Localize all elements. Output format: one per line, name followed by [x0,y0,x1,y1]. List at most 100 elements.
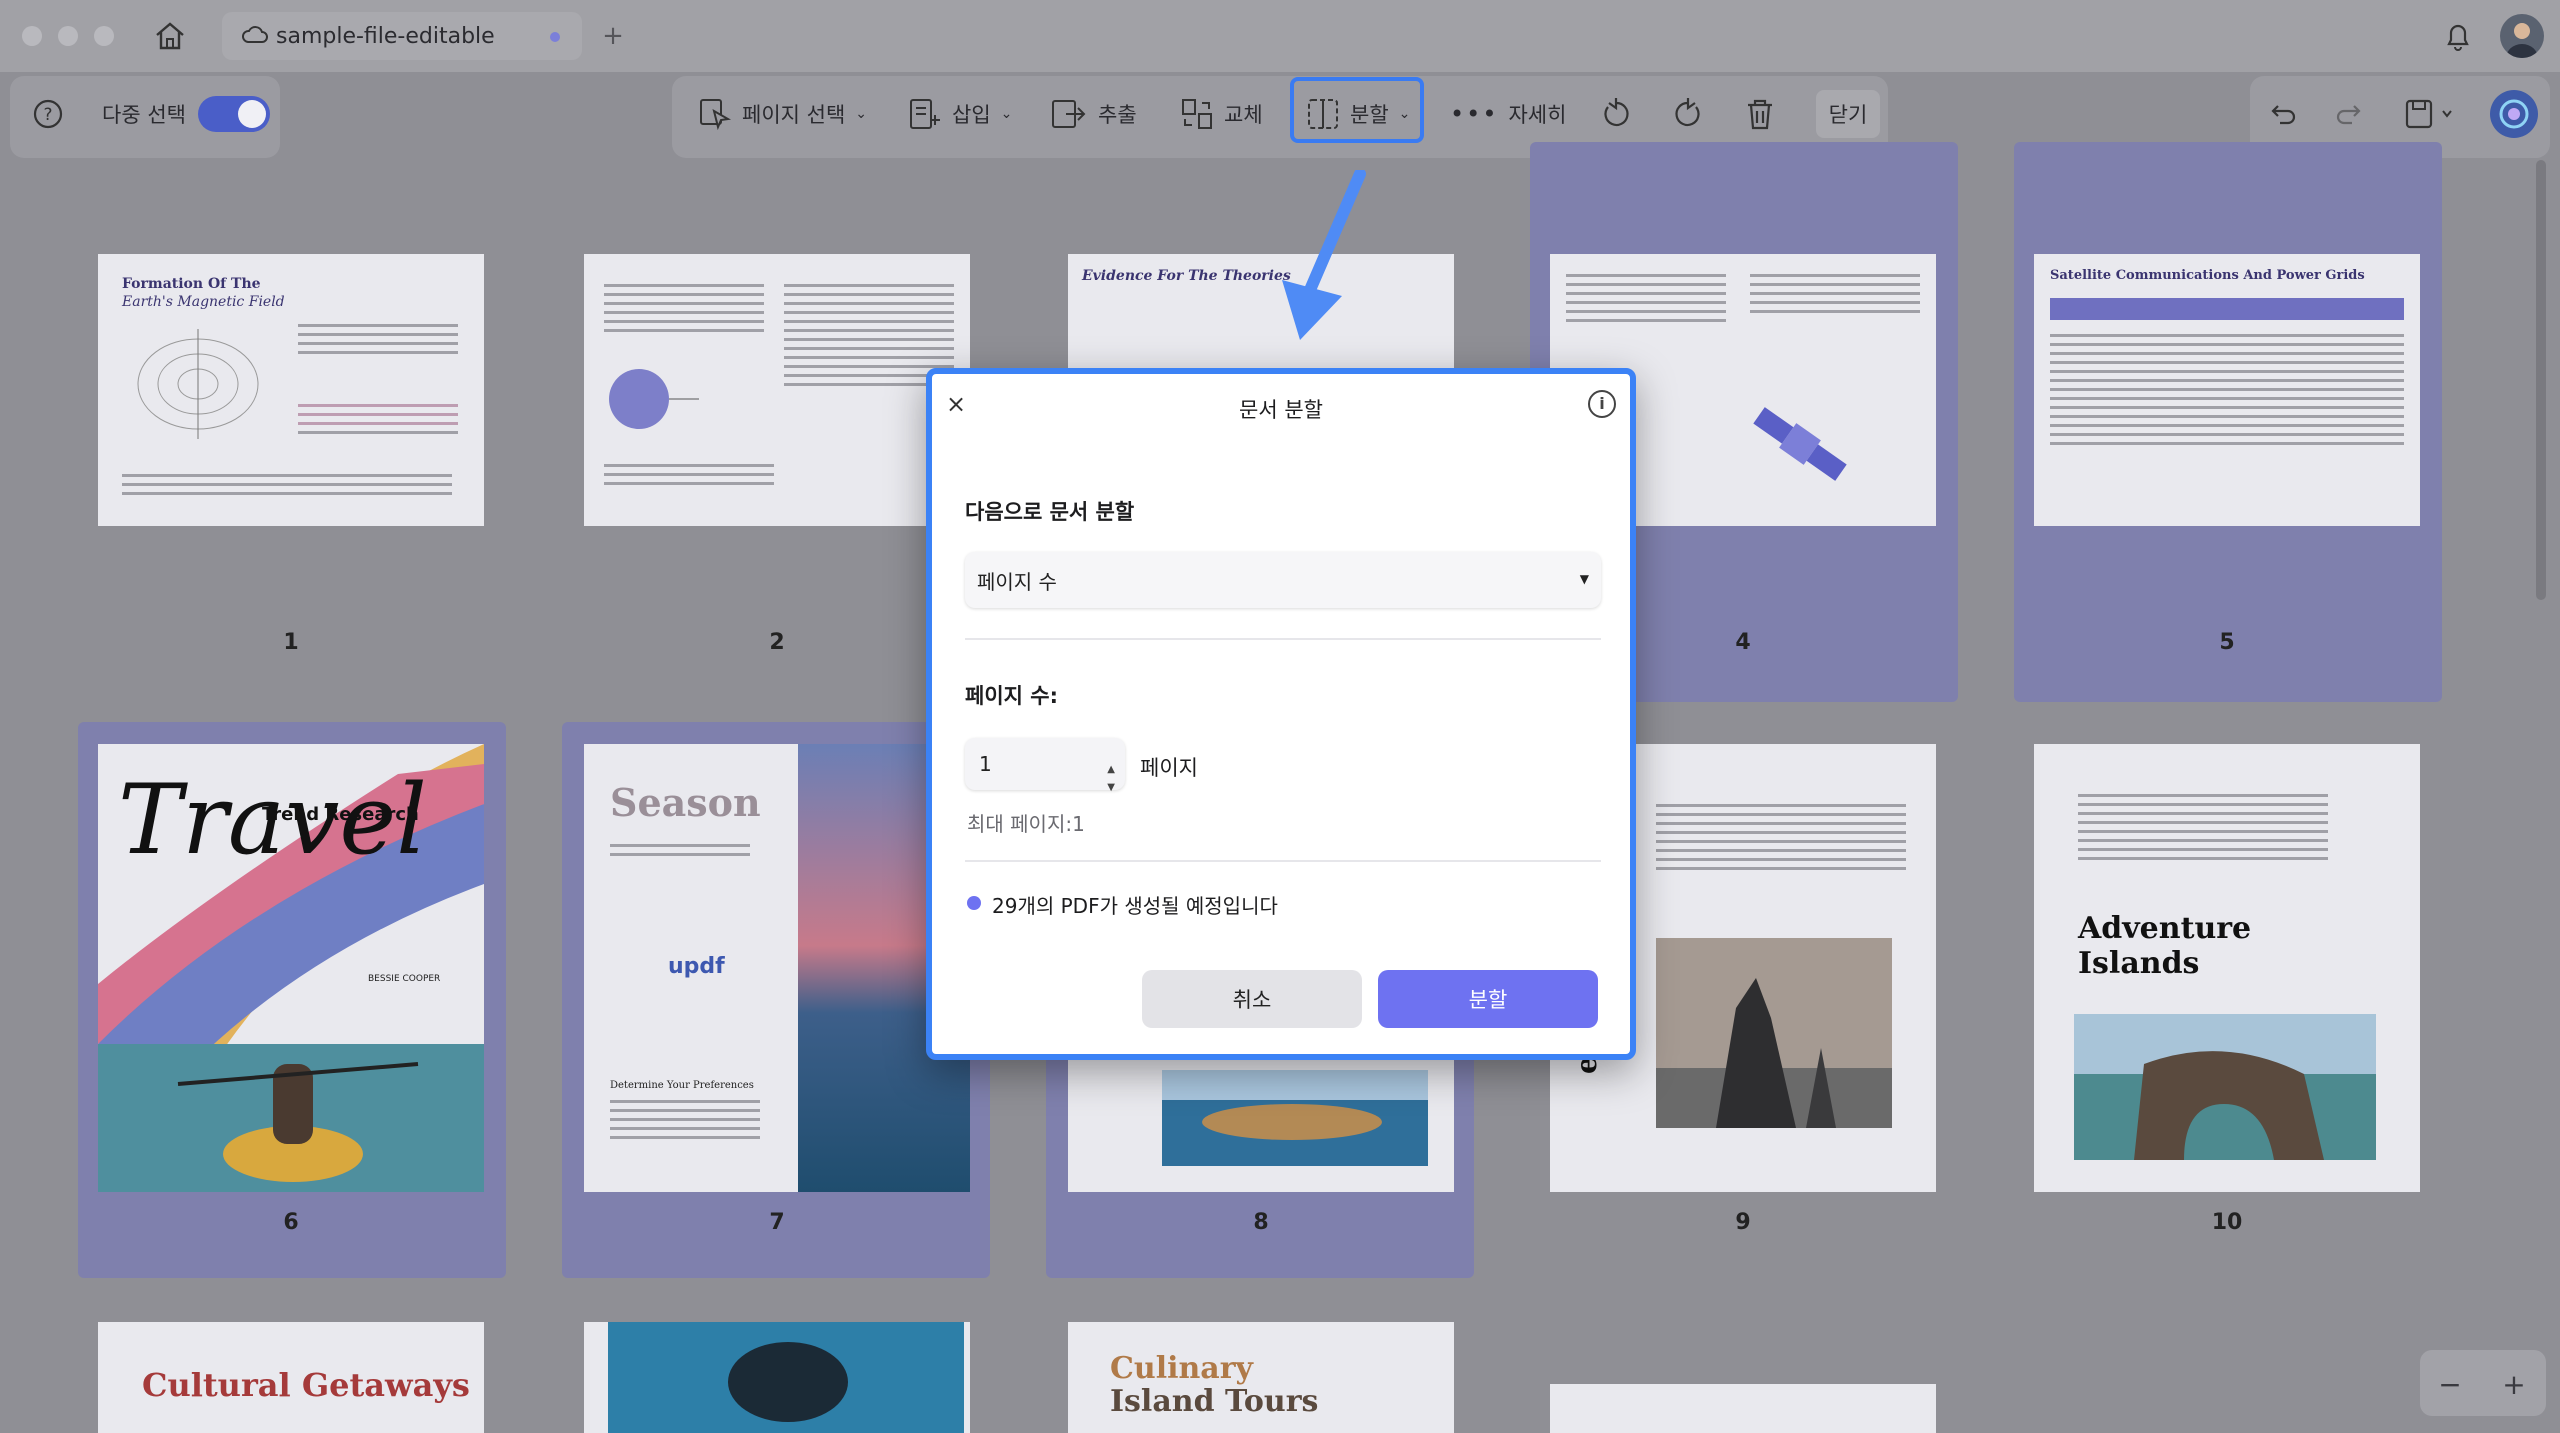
dialog-title: 문서 분할 [1239,398,1323,422]
ai-assistant-icon[interactable] [2490,90,2538,138]
cancel-button[interactable]: 취소 [1142,970,1362,1028]
unsaved-dot-icon [550,32,560,42]
page-thumbnail-7[interactable]: Season updf Determine Your Preferences [584,744,970,1192]
page-thumbnail-6[interactable]: Trend Research Travel BESSIE COOPER [98,744,484,1192]
close-button[interactable]: 닫기 [1816,90,1880,138]
page-count-value: 1 [979,752,992,776]
page-5-title: Satellite Communications And Power Grids [2050,268,2365,283]
page-7-logo-text: updf [668,954,725,979]
more-label: 자세히 [1508,103,1567,127]
insert-label: 삽입 [952,103,991,127]
page-7-title: Season [610,780,761,825]
planet-diagram [609,369,699,429]
page-number-7: 7 [769,1210,785,1235]
zoom-in-button[interactable]: + [2494,1364,2534,1404]
split-by-value: 페이지 수 [977,569,1057,594]
help-icon[interactable]: ? [30,96,66,132]
rotate-right-icon[interactable] [1668,94,1708,134]
page-6-caption: BESSIE COOPER [368,974,441,984]
page-6-title: Travel [118,764,427,876]
split-document-dialog: × 문서 분할 i 다음으로 문서 분할 페이지 수 ▼ 페이지 수: 1 ▲ … [926,368,1636,1060]
satellite-image [1753,407,1847,481]
page-1-title: Formation Of The Earth's Magnetic Field [122,276,285,310]
home-icon[interactable] [150,18,190,54]
page-thumbnail-5[interactable]: Satellite Communications And Power Grids [2034,254,2420,526]
page-number-5: 5 [2219,630,2235,655]
zoom-out-button[interactable]: − [2430,1364,2470,1404]
bell-icon[interactable] [2440,16,2476,56]
split-by-select[interactable]: 페이지 수 ▼ [965,552,1601,608]
replace-icon [1182,99,1212,129]
replace-button[interactable]: 교체 [1180,90,1263,138]
page-5-table-header [2050,298,2404,320]
trash-icon[interactable] [1740,94,1780,134]
page-thumbnail-12[interactable] [584,1322,970,1433]
page-count-stepper[interactable]: 1 ▲ ▼ [965,738,1125,793]
split-by-label: 다음으로 문서 분할 [965,500,1135,524]
pointer-arrow-icon [1282,170,1366,340]
status-dot-icon [967,896,981,910]
insert-icon [910,99,940,129]
page-thumbnail-1[interactable]: Formation Of The Earth's Magnetic Field [98,254,484,526]
dropdown-caret-icon: ▼ [1579,572,1589,586]
magnetic-field-diagram [137,329,259,439]
page-number-8: 8 [1253,1210,1269,1235]
page-number-4: 4 [1735,630,1751,655]
page-number-2: 2 [769,630,785,655]
page-thumbnail-10[interactable]: Adventure Islands [2034,744,2420,1192]
save-icon[interactable] [2400,96,2460,132]
redo-icon[interactable] [2330,96,2366,132]
page-11-title: Cultural Getaways [142,1366,470,1404]
rotate-left-icon[interactable] [1596,94,1636,134]
replace-label: 교체 [1224,103,1263,127]
vertical-scrollbar[interactable] [2536,160,2546,600]
underwater-image [608,1322,964,1433]
page-select-icon [700,99,732,131]
divider [965,860,1601,862]
page-7-caption: Determine Your Preferences [610,1080,754,1091]
decrement-icon[interactable]: ▼ [1107,762,1115,814]
page-thumbnail-11[interactable]: Cultural Getaways [98,1322,484,1433]
page-thumbnail-14[interactable] [1550,1384,1936,1433]
page-number-1: 1 [283,630,299,655]
extract-label: 추출 [1098,103,1137,127]
tab-title: sample-file-editable [276,23,495,49]
sea-stacks-image [1656,938,1892,1128]
page-thumbnail-13[interactable]: Culinary Island Tours [1068,1322,1454,1433]
max-pages-text: 최대 페이지:1 [967,812,1085,836]
info-icon[interactable]: i [1588,390,1616,418]
window-close-button[interactable] [22,26,42,46]
page-number-10: 10 [2211,1210,2243,1235]
page-thumbnail-2[interactable] [584,254,970,526]
avatar[interactable] [2500,14,2544,58]
rock-arch-image [2074,1014,2376,1160]
document-tab[interactable]: sample-file-editable [222,12,582,60]
extract-button[interactable]: 추출 [1050,90,1137,138]
window-zoom-button[interactable] [94,26,114,46]
page-select-button[interactable]: 페이지 선택 ⌄ [698,90,867,138]
page-10-title: Adventure Islands [2078,911,2252,981]
new-tab-button[interactable]: + [598,18,628,54]
split-highlight [1290,77,1424,143]
result-text: 29개의 PDF가 생성될 예정입니다 [992,894,1278,918]
page-unit-label: 페이지 [1140,756,1198,780]
divider [965,638,1601,640]
window-minimize-button[interactable] [58,26,78,46]
insert-button[interactable]: 삽입 ⌄ [908,90,1012,138]
chevron-down-icon: ⌄ [855,106,868,122]
title-bar: sample-file-editable + [0,0,2560,72]
page-number-9: 9 [1735,1210,1751,1235]
svg-text:?: ? [43,105,52,125]
more-dots-icon: ••• [1450,100,1499,128]
undo-icon[interactable] [2266,96,2302,132]
multi-select-toggle[interactable] [198,96,270,132]
cloud-icon [242,24,268,50]
page-13-title: Culinary Island Tours [1110,1351,1319,1419]
page-3-title: Evidence For The Theories [1082,268,1291,284]
chevron-down-icon: ⌄ [1000,106,1013,122]
split-button[interactable]: 분할 [1378,970,1598,1028]
multi-select-label: 다중 선택 [102,103,186,127]
island-image [1162,1070,1428,1166]
more-button[interactable]: ••• 자세히 [1450,90,1566,138]
page-select-label: 페이지 선택 [742,103,846,127]
